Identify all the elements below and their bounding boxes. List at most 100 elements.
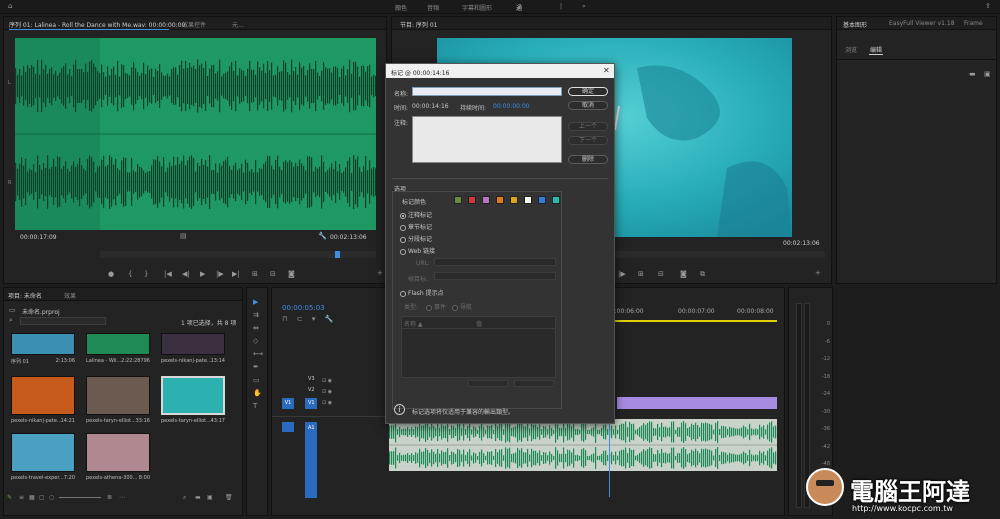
- track-a3-target[interactable]: [305, 486, 317, 496]
- dialog-close-icon[interactable]: ✕: [603, 66, 610, 75]
- rewind-icon[interactable]: ◀|: [182, 270, 190, 278]
- marker-icon[interactable]: ●: [108, 270, 114, 278]
- project-item-thumb[interactable]: [86, 333, 150, 355]
- cue-params-table[interactable]: 名称 ▲ 值: [401, 316, 556, 378]
- hand-icon[interactable]: ✋: [253, 387, 263, 400]
- next-button[interactable]: 下一个: [568, 136, 608, 145]
- menu-item-color[interactable]: 顏色: [395, 3, 407, 12]
- cancel-button[interactable]: 取消: [568, 101, 608, 110]
- fit-icon[interactable]: ▤: [180, 233, 187, 240]
- type-web[interactable]: Web 链接: [400, 246, 435, 255]
- menu-item-active[interactable]: 通: [516, 3, 522, 12]
- prog-lift-icon[interactable]: ⊞: [638, 270, 644, 278]
- track-select-icon[interactable]: ⇉: [253, 309, 263, 322]
- tab-metadata[interactable]: 元…: [232, 20, 244, 29]
- type-chapter[interactable]: 章节标记: [400, 222, 432, 231]
- tab-effects[interactable]: 效果: [64, 291, 76, 300]
- project-item-thumb[interactable]: [86, 433, 150, 472]
- type-segment[interactable]: 分段标记: [400, 234, 432, 243]
- marker-color-swatch[interactable]: [524, 196, 532, 204]
- tab-essential-graphics[interactable]: 基本图形: [843, 20, 867, 29]
- search-icon[interactable]: ⌕: [9, 317, 13, 324]
- delete-button[interactable]: 删除: [568, 155, 608, 164]
- marker-name-input[interactable]: [412, 87, 562, 96]
- radio-flash[interactable]: [400, 290, 406, 297]
- project-item-thumb[interactable]: [11, 333, 75, 355]
- in-point-icon[interactable]: {: [128, 270, 132, 278]
- wrench-icon[interactable]: 🔧: [318, 233, 327, 240]
- marker-color-swatch[interactable]: [510, 196, 518, 204]
- comment-textarea[interactable]: [412, 116, 562, 163]
- pencil-icon[interactable]: ✎: [7, 494, 12, 501]
- track-v3[interactable]: V3: [308, 376, 315, 382]
- frame-target-input[interactable]: [434, 272, 556, 280]
- work-area-bar[interactable]: [607, 320, 777, 322]
- share-icon[interactable]: ⇪: [985, 3, 991, 10]
- snap-icon[interactable]: ⊓: [282, 315, 287, 323]
- radio-segment[interactable]: [400, 236, 406, 243]
- track-a1[interactable]: A1: [308, 425, 315, 431]
- list-view-icon[interactable]: ≡: [19, 494, 24, 501]
- program-scrub-bar[interactable]: [615, 251, 825, 258]
- rect-icon[interactable]: ▭: [253, 374, 263, 387]
- new-layer-icon[interactable]: ▣: [984, 71, 991, 78]
- type-icon[interactable]: T: [253, 400, 263, 413]
- find-icon[interactable]: ⌕: [183, 494, 186, 502]
- marker-color-swatch[interactable]: [482, 196, 490, 204]
- project-item-thumb[interactable]: [161, 376, 225, 415]
- type-flash[interactable]: Flash 提示点: [400, 288, 444, 297]
- forward-icon[interactable]: |▶: [216, 270, 224, 278]
- home-icon[interactable]: ⌂: [8, 3, 12, 10]
- source-scrub-bar[interactable]: [100, 251, 376, 258]
- ripple-edit-icon[interactable]: ⇹: [253, 322, 263, 335]
- project-item-thumb[interactable]: [11, 433, 75, 472]
- camera-icon[interactable]: ◙: [288, 270, 295, 278]
- freeform-icon[interactable]: ▢: [39, 494, 45, 501]
- track-v2-controls[interactable]: ⊡ ◉: [322, 387, 332, 398]
- razor-icon[interactable]: ◇: [253, 335, 263, 348]
- source-patch-v1[interactable]: V1: [282, 398, 294, 409]
- source-timecode-left[interactable]: 00:00:17:09: [20, 234, 57, 241]
- menu-more-button[interactable]: »: [582, 3, 586, 10]
- radio-chapter[interactable]: [400, 224, 406, 231]
- prev-button[interactable]: 上一个: [568, 122, 608, 131]
- param-add-button[interactable]: [468, 380, 508, 387]
- linked-icon[interactable]: ⊂: [297, 315, 303, 323]
- sort-icon[interactable]: ≣: [107, 494, 112, 501]
- new-bin-icon[interactable]: ▬: [195, 494, 201, 501]
- project-item-thumb[interactable]: [11, 376, 75, 415]
- insert-icon[interactable]: ⊞: [252, 270, 258, 278]
- marker-color-swatch[interactable]: [468, 196, 476, 204]
- timeline-timecode[interactable]: 00:00:05:03: [282, 304, 325, 312]
- menu-item-graphics[interactable]: 字幕和圖形: [462, 3, 492, 12]
- track-v2[interactable]: V2: [308, 387, 315, 393]
- subtab-browse[interactable]: 浏览: [845, 45, 857, 54]
- marker-color-swatch[interactable]: [496, 196, 504, 204]
- tab-easyfull[interactable]: EasyFull Viewer v1.18: [889, 20, 955, 27]
- timeline-wrench-icon[interactable]: 🔧: [325, 315, 334, 323]
- param-remove-button[interactable]: [514, 380, 554, 387]
- video-clip-purple[interactable]: [617, 397, 777, 409]
- prog-add-icon[interactable]: +: [815, 270, 821, 277]
- cue-nav[interactable]: 导航: [452, 302, 472, 311]
- project-search[interactable]: [20, 317, 106, 325]
- prog-forward-icon[interactable]: |▶: [618, 270, 626, 278]
- source-playhead[interactable]: [335, 251, 340, 258]
- prog-compare-icon[interactable]: ⧉: [700, 270, 705, 279]
- zoom-out-icon[interactable]: ○: [49, 494, 54, 501]
- tab-frame[interactable]: Frame: [964, 20, 983, 27]
- source-patch-a1[interactable]: [282, 422, 294, 432]
- project-item-thumb[interactable]: [161, 333, 225, 355]
- track-v1-controls[interactable]: ⊡ ◉: [322, 398, 332, 409]
- zoom-slider[interactable]: [59, 497, 101, 498]
- subtab-edit[interactable]: 编辑: [870, 45, 882, 54]
- tab-effect-controls[interactable]: 效果控件: [182, 20, 206, 29]
- icon-view-icon[interactable]: ▦: [29, 494, 35, 501]
- delete-icon[interactable]: 🗑: [225, 494, 233, 501]
- marker-color-swatch[interactable]: [538, 196, 546, 204]
- track-v1[interactable]: V1: [308, 400, 315, 406]
- cue-event[interactable]: 事件: [426, 302, 446, 311]
- slip-icon[interactable]: ⟷: [253, 348, 263, 361]
- audio-clip-a1[interactable]: [389, 419, 777, 471]
- tab-source[interactable]: 序列 01: Lalinea - Roll the Dance with Me.…: [9, 20, 185, 29]
